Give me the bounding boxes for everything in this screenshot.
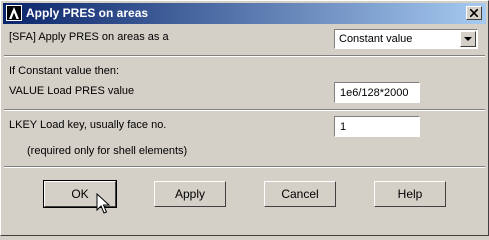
close-button[interactable] [466,6,482,20]
dialog-window: Apply PRES on areas [SFA] Apply PRES on … [0,0,489,236]
apply-as-value: Constant value [339,33,413,45]
cancel-button[interactable]: Cancel [264,181,336,207]
shell-note: (required only for shell elements) [27,145,188,157]
separator [4,55,485,57]
mouse-pointer-icon [96,193,110,214]
section-heading: If Constant value then: [9,65,120,77]
apply-button[interactable]: Apply [154,181,226,207]
separator [4,109,485,111]
ansys-logo-icon [6,5,22,21]
dropdown-button[interactable] [460,31,476,47]
value-label: VALUE Load PRES value [9,85,135,97]
load-key-input[interactable]: 1 [334,116,420,137]
pres-value-input[interactable]: 1e6/128*2000 [334,82,420,103]
separator [4,166,485,168]
sfa-label: [SFA] Apply PRES on areas as a [9,31,169,43]
lkey-label: LKEY Load key, usually face no. [9,119,167,131]
chevron-down-icon [464,37,472,41]
window-title: Apply PRES on areas [26,6,149,20]
apply-as-select[interactable]: Constant value [334,29,478,49]
close-icon [470,9,478,17]
title-bar[interactable]: Apply PRES on areas [3,3,486,24]
help-button[interactable]: Help [374,181,446,207]
